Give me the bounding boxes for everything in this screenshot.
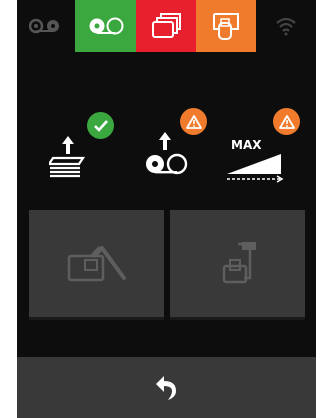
back-button[interactable] bbox=[137, 363, 197, 413]
card-input-status bbox=[37, 108, 117, 190]
card-input-stack-icon bbox=[49, 136, 86, 178]
output-warning-badge bbox=[273, 108, 300, 135]
clean-card-button[interactable] bbox=[29, 210, 164, 320]
bottom-navigation-bar bbox=[17, 357, 316, 418]
check-icon bbox=[93, 119, 108, 132]
ribbon-status-detail bbox=[121, 108, 211, 190]
ribbon-icon bbox=[89, 17, 123, 35]
wifi-status[interactable] bbox=[256, 0, 316, 52]
ok-badge bbox=[87, 112, 114, 139]
card-cleaning-pen-icon bbox=[67, 245, 126, 281]
cards-status[interactable] bbox=[136, 0, 196, 52]
card-flipper-button[interactable] bbox=[170, 210, 305, 320]
ink-status[interactable] bbox=[17, 0, 75, 52]
max-label: MAX bbox=[231, 138, 262, 152]
ink-cartridge-icon bbox=[29, 18, 59, 34]
ribbon-load-icon bbox=[146, 132, 188, 175]
status-bar bbox=[17, 0, 316, 52]
ribbon-warning-badge bbox=[180, 108, 207, 135]
wifi-icon bbox=[276, 17, 296, 36]
feeder-status[interactable] bbox=[196, 0, 256, 52]
output-max-icon: MAX bbox=[227, 138, 284, 183]
ribbon-status[interactable] bbox=[75, 0, 136, 52]
warning-icon bbox=[278, 114, 295, 129]
warning-icon bbox=[185, 114, 202, 129]
stacked-cards-icon bbox=[152, 13, 181, 38]
card-output-status: MAX bbox=[215, 108, 305, 190]
printer-screen: MAX bbox=[17, 0, 316, 418]
card-feeder-icon bbox=[213, 13, 239, 40]
back-arrow-icon bbox=[155, 375, 176, 400]
card-flipper-icon bbox=[222, 241, 256, 283]
